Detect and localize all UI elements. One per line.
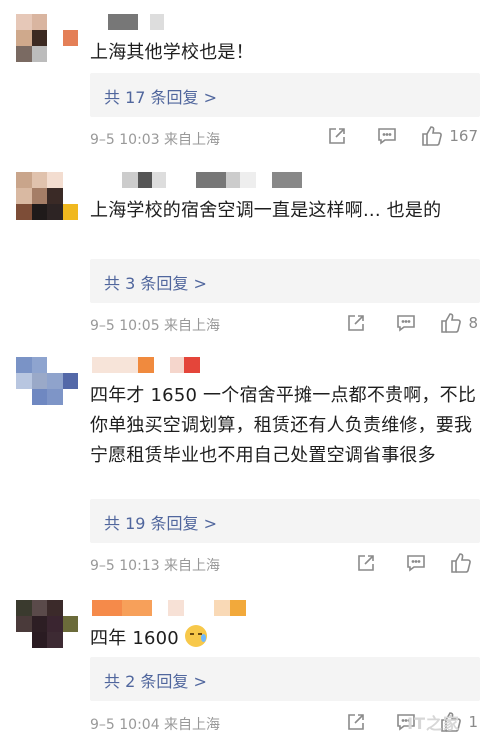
username[interactable]	[92, 600, 246, 616]
like-count: 8	[468, 314, 478, 332]
like-button[interactable]: 8	[440, 312, 478, 334]
share-icon[interactable]	[346, 313, 366, 333]
reply-box[interactable]: 共 2 条回复 >	[90, 657, 480, 701]
comment-text: 四年 1600	[90, 624, 480, 654]
reply-box[interactable]: 共 3 条回复 >	[90, 259, 480, 303]
comment-icon[interactable]	[377, 126, 397, 146]
comment-meta: 9–5 10:03 来自上海	[90, 132, 221, 148]
like-button[interactable]: 167	[421, 125, 478, 147]
comment-actions: 8	[346, 312, 478, 334]
view-replies-link[interactable]: 共 19 条回复 >	[104, 510, 217, 534]
reply-box[interactable]: 共 19 条回复 >	[90, 499, 480, 543]
comment-meta: 9–5 10:05 来自上海	[90, 318, 221, 334]
comment-text: 上海学校的宿舍空调一直是这样啊... 也是的	[90, 200, 442, 221]
avatar[interactable]	[16, 357, 78, 405]
comment-text: 四年才 1650 一个宿舍平摊一点都不贵啊，不比你单独买空调划算，租赁还有人负责…	[90, 385, 477, 466]
share-icon[interactable]	[346, 712, 366, 732]
comment-icon[interactable]	[406, 553, 426, 573]
watermark: IT之家	[407, 714, 460, 733]
avatar[interactable]	[16, 600, 78, 648]
comment-text-value: 四年 1600	[90, 628, 179, 649]
comment-icon[interactable]	[396, 313, 416, 333]
like-count: 1	[468, 713, 478, 731]
avatar[interactable]	[16, 172, 78, 220]
comment-meta: 9–5 10:13 来自上海	[90, 558, 221, 574]
comment-meta: 9–5 10:04 来自上海	[90, 717, 221, 733]
username[interactable]	[92, 357, 200, 373]
comment-text: 上海其他学校也是！	[90, 42, 254, 63]
avatar[interactable]	[16, 14, 78, 62]
sweat-emoji-icon	[184, 625, 207, 647]
view-replies-link[interactable]: 共 17 条回复 >	[104, 84, 217, 108]
share-icon[interactable]	[327, 126, 347, 146]
reply-box[interactable]: 共 17 条回复 >	[90, 73, 480, 117]
comment-actions	[356, 552, 478, 574]
share-icon[interactable]	[356, 553, 376, 573]
thumbs-up-icon	[450, 552, 472, 574]
comment-actions: 167	[327, 125, 478, 147]
username[interactable]	[92, 172, 302, 188]
view-replies-link[interactable]: 共 2 条回复 >	[104, 668, 207, 692]
like-button[interactable]	[450, 552, 478, 574]
thumbs-up-icon	[421, 125, 443, 147]
like-count: 167	[449, 127, 478, 145]
thumbs-up-icon	[440, 312, 462, 334]
username[interactable]	[92, 14, 164, 30]
view-replies-link[interactable]: 共 3 条回复 >	[104, 270, 207, 294]
